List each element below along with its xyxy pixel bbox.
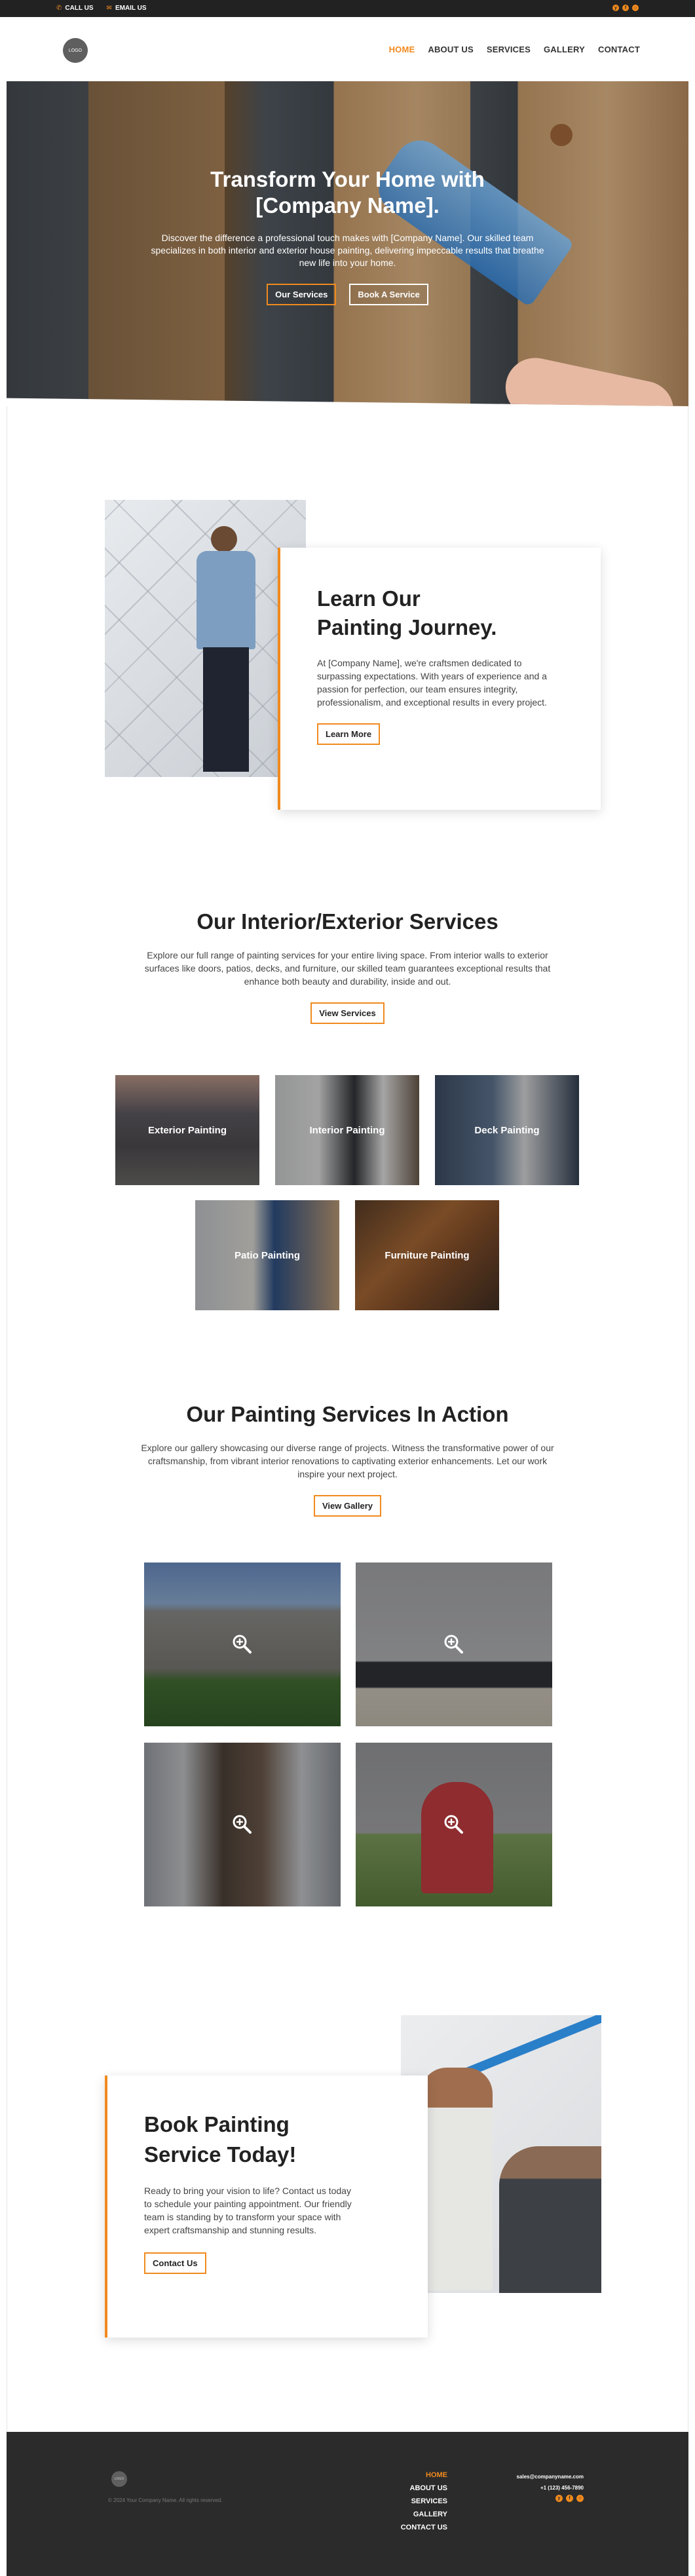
logo[interactable]: LOGO (63, 38, 88, 63)
service-tile-label: Interior Painting (309, 1124, 385, 1136)
email-us-label: EMAIL US (115, 5, 147, 12)
about-title-line1: Learn Our (317, 586, 421, 611)
gallery-title: Our Painting Services In Action (186, 1402, 509, 1426)
footer-nav-home[interactable]: HOME (401, 2471, 447, 2479)
learn-more-button[interactable]: Learn More (317, 723, 381, 745)
about-card: Learn Our Painting Journey. At [Company … (278, 548, 601, 810)
email-us-link[interactable]: ✉ EMAIL US (107, 5, 147, 12)
footer-phone[interactable]: +1 (123) 456-7890 (516, 2482, 584, 2493)
services-title: Our Interior/Exterior Services (197, 909, 498, 934)
service-tile-exterior[interactable]: Exterior Painting (115, 1075, 259, 1185)
footer-copyright: © 2024 Your Company Name. All rights res… (108, 2497, 223, 2503)
book-a-service-button[interactable]: Book A Service (349, 284, 428, 305)
hero-image-wood-knot (550, 124, 573, 146)
footer-logo[interactable]: LOGO (111, 2471, 127, 2487)
service-tile-label: Deck Painting (474, 1124, 540, 1136)
gallery-image-porch[interactable] (144, 1743, 341, 1906)
service-tile-interior[interactable]: Interior Painting (275, 1075, 419, 1185)
zoom-icon (444, 1635, 463, 1654)
services-text: Explore our full range of painting servi… (144, 950, 551, 987)
facebook-icon[interactable]: f (566, 2495, 573, 2502)
zoom-icon (444, 1815, 463, 1834)
top-bar: ✆ CALL US ✉ EMAIL US y f ○ (0, 0, 695, 17)
gallery-image-chair[interactable] (356, 1743, 552, 1906)
nav-gallery[interactable]: GALLERY (544, 45, 585, 54)
site-header: LOGO HOME ABOUT US SERVICES GALLERY CONT… (0, 17, 695, 81)
yelp-icon[interactable]: y (555, 2495, 563, 2502)
phone-icon: ✆ (56, 5, 62, 12)
zoom-icon (233, 1815, 252, 1834)
service-tile-furniture[interactable]: Furniture Painting (355, 1200, 499, 1310)
service-tile-label: Patio Painting (234, 1249, 300, 1261)
gallery-image-living-room[interactable] (356, 1563, 552, 1726)
hero-text: Discover the difference a professional t… (151, 233, 544, 268)
booking-card: Book Painting Service Today! Ready to br… (105, 2075, 428, 2338)
hero-title: Transform Your Home with [Company Name]. (210, 167, 485, 218)
hero-image-hand (500, 352, 679, 406)
nav-services[interactable]: SERVICES (487, 45, 531, 54)
view-gallery-button[interactable]: View Gallery (313, 1495, 382, 1517)
our-services-button[interactable]: Our Services (267, 284, 337, 305)
zoom-icon (233, 1635, 252, 1654)
footer-nav: HOME ABOUT US SERVICES GALLERY CONTACT U… (401, 2471, 447, 2531)
main-nav: HOME ABOUT US SERVICES GALLERY CONTACT (389, 45, 640, 54)
about-title: Learn Our Painting Journey. (317, 584, 561, 642)
service-tile-label: Furniture Painting (385, 1249, 470, 1261)
hero-content: Transform Your Home with [Company Name].… (7, 166, 688, 305)
call-us-label: CALL US (65, 5, 94, 12)
about-title-line2: Painting Journey. (317, 615, 497, 639)
nav-contact[interactable]: CONTACT (598, 45, 640, 54)
footer-email[interactable]: sales@companyname.com (516, 2471, 584, 2482)
footer-nav-about-us[interactable]: ABOUT US (401, 2484, 447, 2492)
service-tile-patio[interactable]: Patio Painting (195, 1200, 339, 1310)
site-footer: LOGO © 2024 Your Company Name. All right… (7, 2432, 688, 2576)
instagram-icon[interactable]: ○ (632, 5, 639, 11)
email-icon: ✉ (106, 5, 112, 12)
footer-contact: sales@companyname.com +1 (123) 456-7890 (516, 2471, 584, 2493)
gallery-heading: Our Painting Services In Action Explore … (0, 1402, 695, 1517)
booking-title-line1: Book Painting (144, 2112, 290, 2136)
services-heading: Our Interior/Exterior Services Explore o… (0, 909, 695, 1024)
nav-home[interactable]: HOME (389, 45, 415, 54)
top-socials: y f ○ (612, 5, 639, 11)
hero-buttons: Our Services Book A Service (7, 284, 688, 305)
facebook-icon[interactable]: f (622, 5, 629, 11)
service-tile-deck[interactable]: Deck Painting (435, 1075, 579, 1185)
instagram-icon[interactable]: ○ (576, 2495, 584, 2502)
call-us-link[interactable]: ✆ CALL US (56, 5, 94, 12)
yelp-icon[interactable]: y (612, 5, 619, 11)
booking-image-painters (401, 2015, 601, 2293)
booking-title: Book Painting Service Today! (144, 2110, 391, 2170)
about-text: At [Company Name], we're craftsmen dedic… (317, 658, 547, 708)
service-tile-label: Exterior Painting (147, 1124, 227, 1136)
gallery-image-house[interactable] (144, 1563, 341, 1726)
hero-section: Transform Your Home with [Company Name].… (7, 81, 688, 406)
footer-nav-services[interactable]: SERVICES (401, 2497, 447, 2505)
view-services-button[interactable]: View Services (310, 1002, 385, 1024)
booking-text: Ready to bring your vision to life? Cont… (144, 2186, 352, 2235)
footer-socials: y f ○ (555, 2495, 584, 2502)
footer-nav-contact-us[interactable]: CONTACT US (401, 2524, 447, 2531)
nav-about-us[interactable]: ABOUT US (428, 45, 474, 54)
top-contact: ✆ CALL US ✉ EMAIL US (56, 5, 147, 12)
about-image-painter (105, 500, 306, 777)
booking-title-line2: Service Today! (144, 2142, 297, 2167)
footer-nav-gallery[interactable]: GALLERY (401, 2510, 447, 2518)
contact-us-button[interactable]: Contact Us (144, 2252, 206, 2274)
gallery-text: Explore our gallery showcasing our diver… (141, 1443, 554, 1479)
